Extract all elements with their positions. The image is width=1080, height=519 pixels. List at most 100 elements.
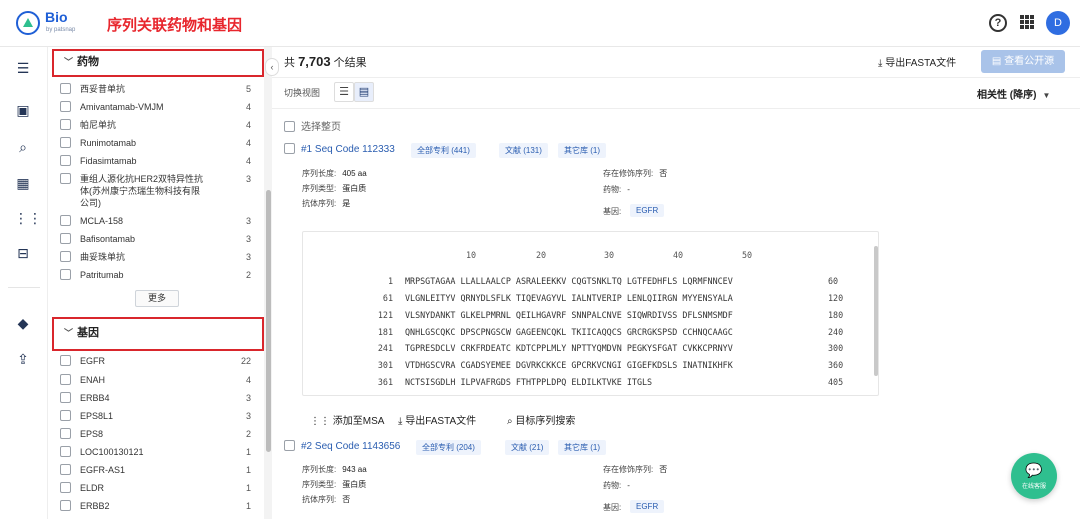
rail-divider bbox=[8, 287, 40, 288]
meta-label: 存在修饰序列: bbox=[603, 465, 654, 474]
sequence-scrollbar[interactable] bbox=[874, 246, 878, 376]
record-title-link[interactable]: #1 Seq Code 112333 bbox=[301, 144, 395, 155]
gene-tag[interactable]: EGFR bbox=[630, 204, 665, 217]
gene-tag[interactable]: EGFR bbox=[630, 500, 665, 513]
literature-tag[interactable]: 文献 (131) bbox=[499, 143, 548, 158]
record-title-link[interactable]: #2 Seq Code 1143656 bbox=[301, 441, 400, 452]
more-button[interactable]: 更多 bbox=[135, 290, 179, 307]
checkbox[interactable] bbox=[60, 374, 71, 385]
bio-logo-icon bbox=[16, 11, 40, 35]
document-icon: ▤ bbox=[991, 56, 1002, 67]
seq-start: 1 bbox=[387, 276, 393, 286]
meta-label: 存在修饰序列: bbox=[603, 169, 654, 178]
filter-item-label: 帕尼单抗 bbox=[80, 120, 117, 130]
meta-label: 基因: bbox=[603, 207, 622, 216]
apps-grid-icon[interactable] bbox=[1020, 15, 1034, 29]
checkbox[interactable] bbox=[60, 101, 71, 112]
checkbox[interactable] bbox=[60, 233, 71, 244]
meta-value: 蛋白质 bbox=[342, 184, 367, 193]
export-fasta-record-button[interactable]: ⤓ 导出FASTA文件 bbox=[398, 412, 476, 427]
chevron-down-icon: ﹀ bbox=[64, 57, 74, 67]
checkbox[interactable] bbox=[60, 137, 71, 148]
literature-tag[interactable]: 文献 (21) bbox=[505, 440, 550, 455]
avatar[interactable]: D bbox=[1046, 11, 1070, 35]
record-title[interactable]: #1 Seq Code 112333 bbox=[284, 143, 395, 155]
patent-tag[interactable]: 全部专利 (441) bbox=[411, 143, 476, 158]
view-switch-label: 切换视图 bbox=[284, 88, 321, 98]
sequence-viewer: 10 20 30 40 50 1 MRPSGTAGAA LLALLAALCP AS… bbox=[302, 231, 879, 396]
meta-label: 药物: bbox=[603, 185, 622, 194]
logo-subtitle: by patsnap bbox=[46, 27, 76, 33]
filter-item-count: 4 bbox=[245, 156, 251, 166]
filter-item-label: EGFR-AS1 bbox=[80, 465, 126, 475]
sequence-line: 1 MRPSGTAGAA LLALLAALCP ASRALEEKKV CQGTSN… bbox=[303, 276, 868, 288]
structure-icon[interactable]: ▦ bbox=[14, 175, 32, 191]
seq-end: 300 bbox=[828, 343, 844, 353]
meta-label: 抗体序列: bbox=[302, 199, 337, 208]
page-title: 序列关联药物和基因 bbox=[107, 16, 243, 34]
export-fasta-label: 导出FASTA文件 bbox=[885, 58, 957, 69]
checkbox[interactable] bbox=[284, 143, 295, 154]
checkbox[interactable] bbox=[60, 83, 71, 94]
other-db-tag[interactable]: 其它库 (1) bbox=[558, 440, 606, 455]
select-all-label: 选择整页 bbox=[301, 122, 341, 133]
meta-modified: 存在修饰序列: 否 bbox=[603, 464, 667, 475]
export-fasta-button[interactable]: ⤓ 导出FASTA文件 bbox=[878, 54, 956, 69]
layers-icon[interactable]: ◆ bbox=[14, 315, 32, 331]
help-icon[interactable]: ? bbox=[989, 14, 1007, 32]
checkbox[interactable] bbox=[60, 251, 71, 262]
record-title[interactable]: #2 Seq Code 1143656 bbox=[284, 440, 400, 452]
filter-item-count: 3 bbox=[245, 393, 251, 403]
meta-drug: 药物: - bbox=[603, 184, 630, 195]
workspace-icon[interactable]: ⊟ bbox=[14, 245, 32, 261]
filter-item-label: Amivantamab-VMJM bbox=[80, 102, 164, 112]
meta-label: 序列长度: bbox=[302, 465, 337, 474]
ruler-tick: 20 bbox=[536, 250, 547, 260]
menu-collapse-icon[interactable]: ☰ bbox=[14, 60, 32, 76]
add-to-msa-button[interactable]: ⋮⋮ 添加至MSA bbox=[310, 412, 384, 427]
filter-item-label: Bafisontamab bbox=[80, 234, 136, 244]
filter-item-label: ERBB4 bbox=[80, 393, 110, 403]
other-db-tag[interactable]: 其它库 (1) bbox=[558, 143, 606, 158]
checkbox[interactable] bbox=[60, 173, 71, 184]
search-icon[interactable]: ⌕ bbox=[14, 139, 32, 155]
checkbox[interactable] bbox=[60, 410, 71, 421]
patent-tag[interactable]: 全部专利 (204) bbox=[416, 440, 481, 455]
checkbox[interactable] bbox=[284, 440, 295, 451]
meta-gene: 基因: bbox=[603, 502, 621, 513]
sort-dropdown[interactable]: 相关性 (降序) ▼ bbox=[977, 86, 1050, 101]
card-view-icon[interactable]: ▤ bbox=[354, 82, 374, 102]
list-view-icon[interactable]: ☰ bbox=[334, 82, 354, 102]
filter-item-label: Runimotamab bbox=[80, 138, 137, 148]
checkbox[interactable] bbox=[60, 355, 71, 366]
checkbox[interactable] bbox=[60, 269, 71, 280]
filter-item-count: 3 bbox=[245, 216, 251, 226]
checkbox[interactable] bbox=[60, 215, 71, 226]
share-icon[interactable]: ⇪ bbox=[14, 351, 32, 367]
filter-item-count: 1 bbox=[245, 483, 251, 493]
checkbox[interactable] bbox=[60, 500, 71, 511]
result-prefix: 共 bbox=[284, 57, 295, 69]
sequence-icon[interactable]: ⋮⋮⋮ bbox=[14, 210, 56, 226]
target-sequence-search-button[interactable]: ⌕ 目标序列搜索 bbox=[507, 412, 575, 427]
filter-scrollbar[interactable] bbox=[266, 190, 271, 452]
checkbox[interactable] bbox=[60, 428, 71, 439]
checkbox[interactable] bbox=[60, 482, 71, 493]
meta-value: - bbox=[627, 481, 630, 490]
seq-residues: TGPRESDCLV CRKFRDEATC KDTCPPLMLY NPTTYQM… bbox=[405, 343, 733, 353]
checkbox[interactable] bbox=[60, 446, 71, 457]
select-all-checkbox[interactable]: 选择整页 bbox=[284, 118, 341, 133]
checkbox[interactable] bbox=[60, 155, 71, 166]
checkbox[interactable] bbox=[60, 392, 71, 403]
sequence-line: 61 VLGNLEITYV QRNYDLSFLK TIQEVAGYVL IALNT… bbox=[303, 293, 868, 305]
save-icon[interactable]: ▣ bbox=[14, 102, 32, 118]
filter-group-gene[interactable]: ﹀ 基因 bbox=[52, 317, 264, 351]
online-chat-button[interactable]: 💬 在线客服 bbox=[1011, 453, 1057, 499]
view-public-source-button[interactable]: ▤ 查看公开源 bbox=[981, 50, 1065, 73]
checkbox[interactable] bbox=[284, 121, 295, 132]
checkbox[interactable] bbox=[60, 464, 71, 475]
checkbox[interactable] bbox=[60, 119, 71, 130]
meta-value: 否 bbox=[659, 169, 668, 178]
filter-group-drug[interactable]: ﹀ 药物 bbox=[52, 49, 264, 77]
collapse-panel-icon[interactable]: ‹ bbox=[265, 58, 279, 76]
